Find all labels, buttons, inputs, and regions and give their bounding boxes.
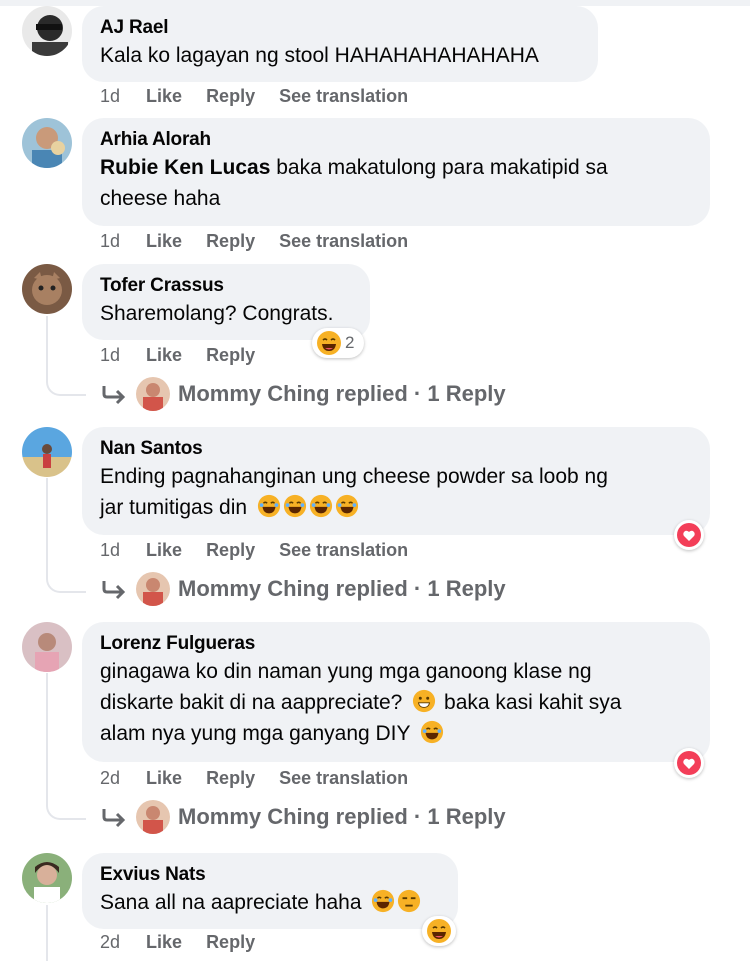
mention-link[interactable]: Rubie Ken Lucas [100, 156, 270, 179]
comment-text: ginagawa ko din naman yung mga ganoong k… [100, 656, 692, 749]
like-button[interactable]: Like [146, 768, 182, 789]
avatar[interactable] [22, 264, 72, 314]
comment-text-line: baka kasi kahit sya [438, 691, 622, 714]
comment-actions: 1d Like Reply [100, 345, 279, 366]
unamused-emoji-icon [398, 889, 421, 913]
reply-button[interactable]: Reply [206, 231, 255, 252]
view-replies-link[interactable]: Mommy Ching replied · 1 Reply [100, 797, 506, 837]
replier-avatar [136, 377, 170, 411]
avatar[interactable] [22, 853, 72, 903]
laughing-emoji-icon [317, 331, 341, 355]
avatar[interactable] [22, 118, 72, 168]
comment-text: Rubie Ken Lucas baka makatulong para mak… [100, 152, 692, 214]
see-translation-link[interactable]: See translation [279, 768, 408, 789]
heart-reaction-badge[interactable] [674, 748, 704, 778]
reply-button[interactable]: Reply [206, 86, 255, 107]
comment-text-line: jar tumitigas din [100, 496, 248, 519]
comment-text: Sana all na aapreciate haha [100, 887, 440, 918]
comment-author[interactable]: Arhia Alorah [100, 128, 692, 152]
comment-text-line: Ending pagnahanginan ung cheese powder s… [100, 465, 608, 488]
reaction-badge[interactable] [422, 916, 456, 946]
avatar[interactable] [22, 6, 72, 56]
like-button[interactable]: Like [146, 231, 182, 252]
comment-text: Ending pagnahanginan ung cheese powder s… [100, 461, 692, 523]
laughing-emoji-icon [427, 919, 451, 943]
comment-author[interactable]: Tofer Crassus [100, 274, 352, 298]
thread-line [46, 316, 48, 376]
comment-actions: 2d Like Reply See translation [100, 768, 432, 789]
comment-author[interactable]: Exvius Nats [100, 863, 440, 887]
comment-author[interactable]: Lorenz Fulgueras [100, 632, 692, 656]
laughing-emoji-icon [257, 494, 280, 518]
comment-text: Sharemolang? Congrats. [100, 302, 334, 325]
laughing-emoji-icon [372, 889, 395, 913]
reply-arrow-icon [102, 581, 126, 600]
comment-time[interactable]: 1d [100, 540, 120, 561]
reply-button[interactable]: Reply [206, 345, 255, 366]
laughing-emoji-icon [420, 720, 444, 744]
grinning-sweat-emoji-icon [413, 689, 436, 713]
comment-actions: 2d Like Reply [100, 932, 279, 953]
comment-text-line: diskarte bakit di na aappreciate? [100, 691, 403, 714]
comment-bubble: Arhia Alorah Rubie Ken Lucas baka makatu… [82, 118, 710, 226]
comment-bubble: Exvius Nats Sana all na aapreciate haha [82, 853, 458, 929]
comment-text-line: cheese haha [100, 187, 221, 210]
thread-line [46, 673, 48, 801]
thread-line [46, 478, 48, 573]
avatar[interactable] [22, 622, 72, 672]
reaction-badge[interactable]: 2 [312, 328, 364, 358]
comment-time[interactable]: 2d [100, 768, 120, 789]
comment-bubble: Nan Santos Ending pagnahanginan ung chee… [82, 427, 710, 535]
thread-line [46, 905, 48, 961]
comment-actions: 1d Like Reply See translation [100, 231, 432, 252]
reply-button[interactable]: Reply [206, 540, 255, 561]
like-button[interactable]: Like [146, 932, 182, 953]
replies-summary: Mommy Ching replied · 1 Reply [178, 381, 506, 406]
comment-text: Kala ko lagayan ng stool HAHAHAHAHAHAHA [100, 44, 539, 67]
comment-text-line: ginagawa ko din naman yung mga ganoong k… [100, 660, 592, 683]
reply-arrow-icon [102, 386, 126, 405]
comment-author[interactable]: AJ Rael [100, 16, 580, 40]
reply-button[interactable]: Reply [206, 768, 255, 789]
comment-time[interactable]: 2d [100, 932, 120, 953]
comment-author[interactable]: Nan Santos [100, 437, 692, 461]
comment-time[interactable]: 1d [100, 231, 120, 252]
comment-bubble: AJ Rael Kala ko lagayan ng stool HAHAHAH… [82, 6, 598, 82]
comment-actions: 1d Like Reply See translation [100, 86, 432, 107]
like-button[interactable]: Like [146, 86, 182, 107]
see-translation-link[interactable]: See translation [279, 86, 408, 107]
see-translation-link[interactable]: See translation [279, 540, 408, 561]
like-button[interactable]: Like [146, 540, 182, 561]
comment-actions: 1d Like Reply See translation [100, 540, 432, 561]
replies-summary: Mommy Ching replied · 1 Reply [178, 804, 506, 829]
laughing-emoji-icon [335, 494, 358, 518]
comment-text-line: alam nya yung mga ganyang DIY [100, 722, 411, 745]
avatar[interactable] [22, 427, 72, 477]
comment-time[interactable]: 1d [100, 345, 120, 366]
heart-reaction-icon [677, 751, 701, 775]
view-replies-link[interactable]: Mommy Ching replied · 1 Reply [100, 569, 506, 609]
comment-bubble: Lorenz Fulgueras ginagawa ko din naman y… [82, 622, 710, 762]
comment-text-line: Sana all na aapreciate haha [100, 891, 362, 914]
laughing-emoji-icon [283, 494, 306, 518]
replier-avatar [136, 800, 170, 834]
replier-avatar [136, 572, 170, 606]
see-translation-link[interactable]: See translation [279, 231, 408, 252]
thread-curve [46, 573, 86, 593]
reply-button[interactable]: Reply [206, 932, 255, 953]
reaction-count: 2 [345, 333, 355, 352]
laughing-emoji-icon [309, 494, 332, 518]
reply-arrow-icon [102, 809, 126, 828]
thread-curve [46, 800, 86, 820]
replies-summary: Mommy Ching replied · 1 Reply [178, 576, 506, 601]
like-button[interactable]: Like [146, 345, 182, 366]
view-replies-link[interactable]: Mommy Ching replied · 1 Reply [100, 374, 506, 414]
comment-time[interactable]: 1d [100, 86, 120, 107]
heart-reaction-icon [677, 523, 701, 547]
comment-text-line: baka makatulong para makatipid sa [270, 156, 608, 179]
thread-curve [46, 376, 86, 396]
heart-reaction-badge[interactable] [674, 520, 704, 550]
